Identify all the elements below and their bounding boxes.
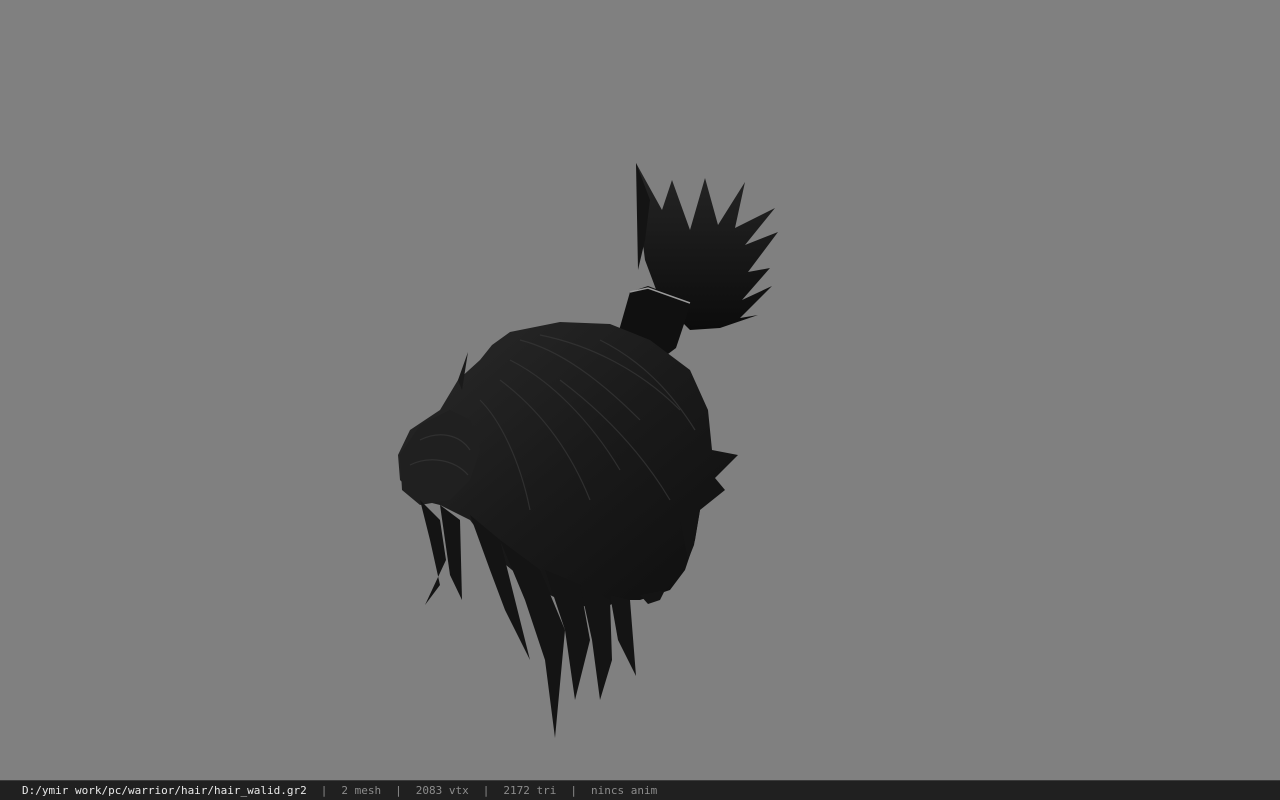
separator: | bbox=[570, 784, 577, 797]
animation-status: nincs anim bbox=[591, 784, 658, 797]
hair-model-render bbox=[398, 163, 778, 738]
status-bar: D:/ymir work/pc/warrior/hair/hair_walid.… bbox=[0, 780, 1280, 800]
mesh-count: 2 mesh bbox=[341, 784, 382, 797]
separator: | bbox=[395, 784, 402, 797]
separator: | bbox=[482, 784, 490, 797]
vertex-count: 2083 vtx bbox=[415, 784, 469, 797]
separator: | bbox=[320, 784, 328, 797]
triangle-count: 2172 tri bbox=[503, 784, 557, 797]
model-file-path: D:/ymir work/pc/warrior/hair/hair_walid.… bbox=[22, 784, 307, 797]
3d-viewport[interactable] bbox=[0, 0, 1280, 780]
